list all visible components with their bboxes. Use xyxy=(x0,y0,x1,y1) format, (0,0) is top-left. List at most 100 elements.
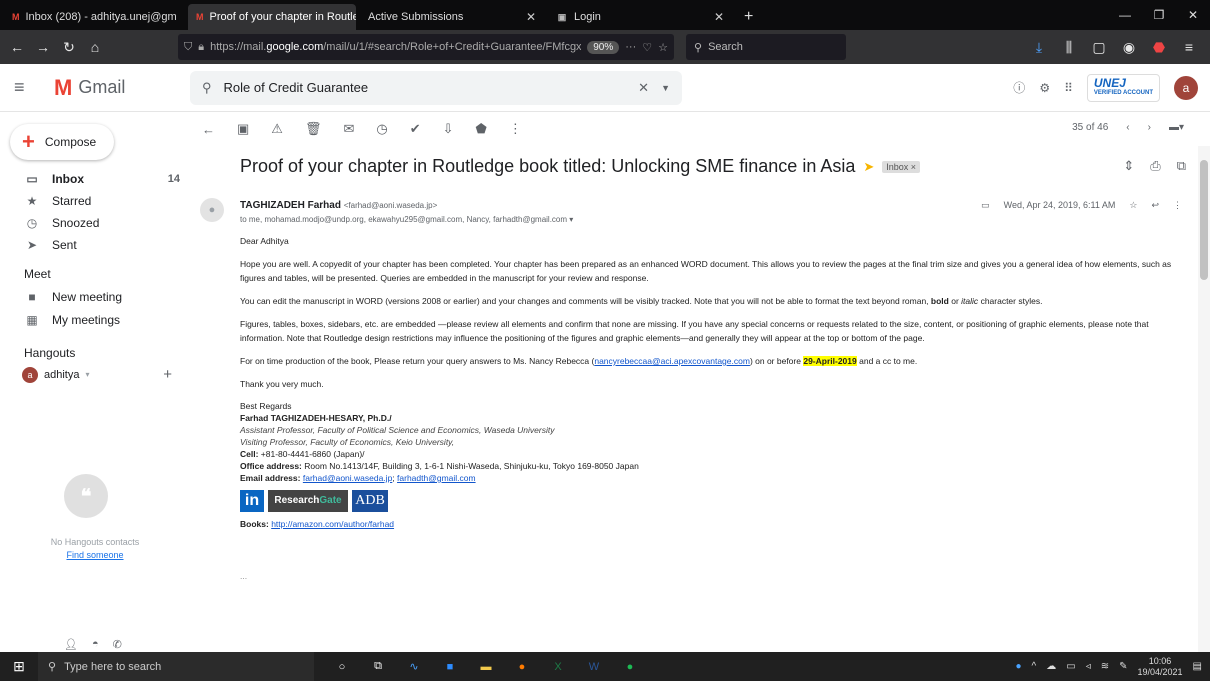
apps-grid-icon[interactable]: ⠿ xyxy=(1064,81,1073,95)
signature-email-link[interactable]: farhad@aoni.waseda.jp xyxy=(303,473,392,483)
pulse-app-icon[interactable]: ∿ xyxy=(406,659,422,675)
firefox-icon[interactable]: ● xyxy=(514,659,530,675)
browser-tab-inbox[interactable]: M Inbox (208) - adhitya.unej@gm ✕ xyxy=(4,4,184,30)
minimize-icon[interactable]: — xyxy=(1108,0,1142,30)
adblock-icon[interactable]: ⬣ xyxy=(1146,34,1172,60)
main-menu-icon[interactable]: ≡ xyxy=(14,77,54,98)
star-icon[interactable]: ☆ xyxy=(1129,200,1137,211)
search-icon[interactable]: ⚲ xyxy=(202,80,212,96)
search-input[interactable]: Role of Credit Guarantee xyxy=(224,80,627,95)
move-to-icon[interactable]: ⇩ xyxy=(443,121,454,137)
excel-icon[interactable]: X xyxy=(550,659,566,675)
researchgate-logo[interactable]: Research Gate xyxy=(268,490,348,512)
pen-icon[interactable]: ✎ xyxy=(1119,661,1127,672)
newer-icon[interactable]: › xyxy=(1148,122,1151,133)
sidebar-item-snoozed[interactable]: ◷ Snoozed xyxy=(0,212,180,234)
chat-icon[interactable]: ◓ xyxy=(92,638,99,651)
address-bar[interactable]: ⛉ 🔒︎ https://mail.google.com/mail/u/1/#s… xyxy=(178,34,674,60)
download-icon[interactable]: ⤓ xyxy=(1026,34,1052,60)
home-icon[interactable]: ⌂ xyxy=(82,34,108,60)
find-someone-link[interactable]: Find someone xyxy=(0,549,190,562)
report-spam-icon[interactable]: ⚠ xyxy=(271,121,283,137)
help-icon[interactable]: ⓘ xyxy=(1013,79,1025,96)
browser-tab-login[interactable]: ▣ Login ✕ xyxy=(548,4,732,30)
label-icon[interactable]: ⬟ xyxy=(476,121,487,137)
help-tray-icon[interactable]: ● xyxy=(1015,661,1021,672)
battery-icon[interactable]: ▭ xyxy=(1066,661,1075,672)
settings-gear-icon[interactable]: ⚙ xyxy=(1039,81,1050,95)
forward-icon[interactable]: → xyxy=(30,34,56,60)
add-hangout-icon[interactable]: + xyxy=(163,366,172,383)
windows-start-icon[interactable]: ⊞ xyxy=(0,658,38,675)
taskbar-search[interactable]: ⚲ Type here to search xyxy=(38,652,314,681)
pocket-icon[interactable]: ♡ xyxy=(642,41,652,54)
snooze-icon[interactable]: ◷ xyxy=(376,121,387,137)
archive-icon[interactable]: ▣ xyxy=(237,121,249,137)
clock[interactable]: 10:06 19/04/2021 xyxy=(1138,656,1183,678)
cloud-icon[interactable]: ☁ xyxy=(1046,661,1056,672)
trimmed-content-ellipsis[interactable]: ... xyxy=(240,570,1195,582)
older-icon[interactable]: ‹ xyxy=(1126,122,1129,133)
more-vert-icon[interactable]: ⋮ xyxy=(1173,200,1182,211)
close-tab-icon[interactable]: ✕ xyxy=(714,10,724,24)
close-tab-icon[interactable]: ✕ xyxy=(183,10,184,24)
notifications-icon[interactable]: ▤ xyxy=(1193,661,1202,672)
cortana-icon[interactable]: ○ xyxy=(334,659,350,675)
sidebar-item-inbox[interactable]: ▭ Inbox 14 xyxy=(0,168,180,190)
back-icon[interactable]: ← xyxy=(4,34,30,60)
browser-search-bar[interactable]: ⚲ Search xyxy=(686,34,846,60)
compose-button[interactable]: + Compose xyxy=(10,124,114,160)
search-options-icon[interactable]: ▼ xyxy=(661,83,670,93)
books-link[interactable]: http://amazon.com/author/farhad xyxy=(271,519,394,529)
word-icon[interactable]: W xyxy=(586,659,602,675)
sidebar-icon[interactable]: ▢ xyxy=(1086,34,1112,60)
new-tab-button[interactable]: + xyxy=(736,4,761,30)
expand-all-icon[interactable]: ⇕ xyxy=(1123,158,1134,174)
zoom-badge[interactable]: 90% xyxy=(587,40,620,54)
library-icon[interactable]: ⫼ xyxy=(1056,34,1082,60)
mail-search-box[interactable]: ⚲ Role of Credit Guarantee ✕ ▼ xyxy=(190,70,682,105)
account-brand[interactable]: UNEJ VERIFIED ACCOUNT xyxy=(1086,73,1160,102)
account-avatar[interactable]: a xyxy=(1174,75,1198,100)
show-details-icon[interactable]: ▾ xyxy=(569,215,573,224)
person-icon[interactable]: 👤︎ xyxy=(64,638,78,651)
mark-unread-icon[interactable]: ✉ xyxy=(343,121,354,137)
delete-icon[interactable]: 🗑︎ xyxy=(305,121,322,137)
restore-icon[interactable]: ❐ xyxy=(1142,0,1176,30)
more-icon[interactable]: ··· xyxy=(625,41,636,53)
sender-avatar[interactable]: ● xyxy=(200,198,224,222)
hangouts-user[interactable]: a adhitya ▾ + xyxy=(22,366,172,383)
reload-icon[interactable]: ↻ xyxy=(56,34,82,60)
linkedin-logo[interactable]: in xyxy=(240,490,264,512)
nancy-email-link[interactable]: nancyrebeccaa@aci.apexcovantage.com xyxy=(594,356,750,366)
input-tools-icon[interactable]: ▬▾ xyxy=(1169,122,1184,133)
important-marker-icon[interactable]: ➤ xyxy=(863,159,874,175)
browser-tab-active-submissions[interactable]: Active Submissions ✕ xyxy=(360,4,544,30)
file-explorer-icon[interactable]: ▬ xyxy=(478,659,494,675)
bookmark-star-icon[interactable]: ☆ xyxy=(658,41,668,54)
chevron-down-icon[interactable]: ▾ xyxy=(85,370,89,379)
gmail-logo[interactable]: M Gmail xyxy=(54,75,125,101)
clear-search-icon[interactable]: ✕ xyxy=(638,80,649,96)
browser-tab-proof[interactable]: M Proof of your chapter in Routle ✕ xyxy=(188,4,356,30)
spotify-icon[interactable]: ● xyxy=(622,659,638,675)
sidebar-item-sent[interactable]: ➤ Sent xyxy=(0,234,180,256)
phone-icon[interactable]: ✆ xyxy=(113,638,122,651)
show-hidden-icons[interactable]: ^ xyxy=(1032,661,1037,672)
account-icon[interactable]: ◉ xyxy=(1116,34,1142,60)
menu-icon[interactable]: ≡ xyxy=(1176,34,1202,60)
inbox-label-chip[interactable]: Inbox × xyxy=(882,160,921,173)
recipients-line[interactable]: to me, mohamad.modjo@undp.org, ekawahyu2… xyxy=(240,215,573,224)
close-window-icon[interactable]: ✕ xyxy=(1176,0,1210,30)
zoom-app-icon[interactable]: ■ xyxy=(442,659,458,675)
print-icon[interactable]: ⎙ xyxy=(1150,158,1160,174)
signature-email-link[interactable]: farhadth@gmail.com xyxy=(397,473,476,483)
task-view-icon[interactable]: ⧉ xyxy=(370,659,386,675)
open-new-window-icon[interactable]: ⧉ xyxy=(1177,158,1186,174)
wifi-icon[interactable]: ≋ xyxy=(1101,661,1109,672)
add-to-tasks-icon[interactable]: ✔ xyxy=(410,121,421,137)
my-meetings-item[interactable]: ▦ My meetings xyxy=(0,309,180,331)
scrollbar-thumb[interactable] xyxy=(1200,160,1208,280)
adb-logo[interactable]: ADB xyxy=(352,490,388,512)
more-vert-icon[interactable]: ⋮ xyxy=(509,121,522,137)
